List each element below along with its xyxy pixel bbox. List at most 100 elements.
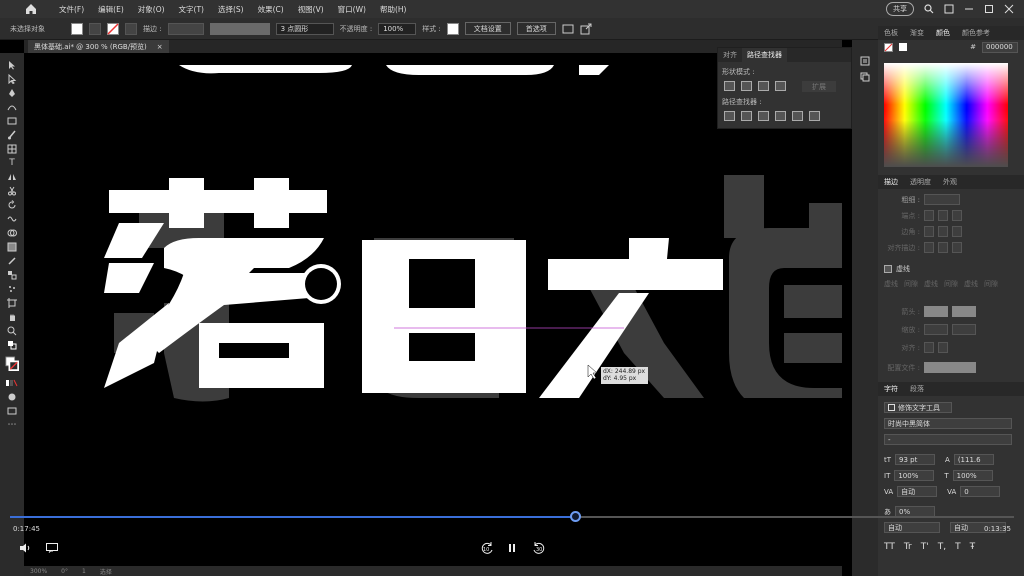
menu-type[interactable]: 文字(T) [172,4,211,15]
kerning-input[interactable]: 自动 [897,486,938,497]
rewind-icon[interactable]: 10 [478,541,496,555]
hand-tool-icon[interactable] [5,311,19,323]
merge-icon[interactable] [758,111,769,121]
color-spectrum[interactable] [884,63,1008,167]
paintbrush-tool-icon[interactable] [5,129,19,141]
document-settings-button[interactable]: 文档设置 [464,22,511,35]
artboard-tool-icon[interactable] [5,297,19,309]
progress-track[interactable] [10,511,1014,522]
align-inside-icon[interactable] [938,242,948,253]
menu-view[interactable]: 视图(V) [291,4,331,15]
align-center-icon[interactable] [924,242,934,253]
artboard-canvas[interactable]: dX: 244.89 px dY: 4.95 px [24,53,842,566]
align-outside-icon[interactable] [952,242,962,253]
tab-align[interactable]: 对齐 [718,50,742,60]
type-tool-icon[interactable]: T [5,157,19,169]
scale-start-input[interactable] [924,324,948,335]
selection-tool-icon[interactable] [5,59,19,71]
minus-back-icon[interactable] [809,111,820,121]
hex-input[interactable]: 000000 [982,41,1018,53]
pause-icon[interactable] [505,541,519,555]
tab-color[interactable]: 颜色 [930,28,956,38]
stroke-weight-input[interactable] [924,194,960,205]
close-icon[interactable] [1004,4,1014,14]
arrow-place-icon[interactable] [938,342,948,353]
menu-help[interactable]: 帮助(H) [373,4,414,15]
brush-definition-field[interactable]: 3 点圆形 [275,22,334,35]
tab-stroke[interactable]: 描边 [878,177,904,187]
none-color-icon[interactable] [884,42,893,52]
document-tab[interactable]: 黑体基础.ai* @ 300 % (RGB/预览) × [28,40,169,53]
properties-icon[interactable] [860,56,870,66]
progress-knob[interactable] [570,511,582,522]
arrange-icon[interactable] [944,4,954,14]
stroke-weight-field[interactable] [167,22,204,35]
artboard-number[interactable]: 1 [82,568,86,575]
corner-bevel-icon[interactable] [952,226,962,237]
home-icon[interactable] [24,2,38,16]
tracking-input[interactable]: 0 [960,486,1001,497]
font-size-input[interactable]: 93 pt [895,454,936,465]
share-export-icon[interactable] [580,23,592,35]
tab-appearance[interactable]: 外观 [937,177,963,187]
symbol-sprayer-tool-icon[interactable] [5,283,19,295]
tab-transparency[interactable]: 透明度 [904,177,937,187]
exclude-icon[interactable] [775,81,786,91]
font-style-dropdown[interactable]: - [884,434,1012,445]
blend-tool-icon[interactable] [5,269,19,281]
font-family-dropdown[interactable]: 时尚中黑简体 [884,418,1012,429]
search-icon[interactable] [924,4,934,14]
cap-butt-icon[interactable] [924,210,934,221]
menu-object[interactable]: 对象(O) [131,4,172,15]
stroke-dropdown[interactable] [125,22,137,35]
draw-mode-icon[interactable] [5,391,19,403]
layers-icon[interactable] [860,72,870,82]
expand-button[interactable]: 扩展 [802,81,836,92]
hscale-input[interactable]: 100% [952,470,993,481]
arrowhead-start[interactable] [924,306,948,317]
corner-miter-icon[interactable] [924,226,934,237]
shape-builder-tool-icon[interactable] [5,227,19,239]
close-tab-icon[interactable]: × [157,43,163,51]
warp-tool-icon[interactable] [5,213,19,225]
fill-dropdown[interactable] [89,22,101,35]
fill-stroke-icon[interactable] [5,353,19,375]
maximize-icon[interactable] [984,4,994,14]
captions-icon[interactable] [45,541,59,555]
profile-dropdown[interactable] [924,362,976,373]
trim-icon[interactable] [741,111,752,121]
gradient-tool-icon[interactable] [5,241,19,253]
menu-file[interactable]: 文件(F) [52,4,91,15]
tab-swatches[interactable]: 色板 [878,28,904,38]
tab-gradient[interactable]: 渐变 [904,28,930,38]
preferences-button[interactable]: 首选项 [516,22,556,35]
unite-icon[interactable] [724,81,735,91]
zoom-level[interactable]: 300% [30,568,47,575]
vscale-input[interactable]: 100% [894,470,935,481]
color-mode-icon[interactable] [5,377,19,389]
arrowhead-end[interactable] [952,306,976,317]
tab-character[interactable]: 字符 [878,384,904,394]
arrange-documents-icon[interactable] [562,23,574,35]
divide-icon[interactable] [724,111,735,121]
menu-window[interactable]: 窗口(W) [331,4,373,15]
more-tools-icon[interactable]: ⋯ [5,419,19,431]
outline-icon[interactable] [792,111,803,121]
intersect-icon[interactable] [758,81,769,91]
rotate-tool-icon[interactable] [5,199,19,211]
dashed-checkbox[interactable] [884,265,892,273]
eyedropper-tool-icon[interactable] [5,255,19,267]
leading-input[interactable]: (111.6 [953,454,994,465]
menu-edit[interactable]: 编辑(E) [91,4,131,15]
fill-swatch[interactable] [71,22,83,35]
minimize-icon[interactable] [964,4,974,14]
forward-icon[interactable]: 30 [530,541,548,555]
style-swatch[interactable] [446,22,459,35]
scale-end-input[interactable] [952,324,976,335]
crop-icon[interactable] [775,111,786,121]
cap-square-icon[interactable] [952,210,962,221]
reflect-tool-icon[interactable] [5,171,19,183]
share-button[interactable]: 共享 [886,2,914,16]
minus-front-icon[interactable] [741,81,752,91]
tab-color-guide[interactable]: 颜色参考 [956,28,996,38]
